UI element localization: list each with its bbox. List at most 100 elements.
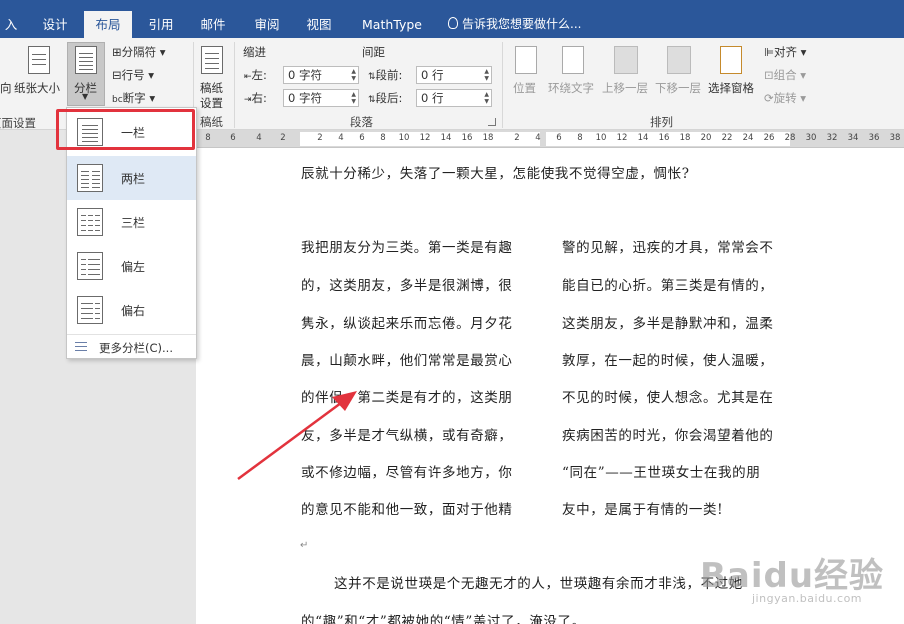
- ruler-tick: 16: [658, 133, 670, 143]
- ribbon-tab-bar: 入 设计 布局 引用 邮件 审阅 视图 MathType 告诉我您想要做什么..…: [0, 0, 904, 38]
- tab-insert[interactable]: 入: [0, 11, 22, 38]
- rotate-button[interactable]: ⟳旋转 ▾: [764, 90, 806, 106]
- col1-line: 的，这类朋友，多半是很渊博，很: [301, 278, 513, 294]
- hyphenation-icon: bc: [112, 95, 123, 105]
- hyphenation-button[interactable]: bc断字 ▾: [112, 90, 155, 106]
- more-columns-icon: [75, 342, 87, 351]
- line-numbers-button[interactable]: ⊟行号 ▾: [112, 67, 154, 83]
- ruler-tick: 16: [461, 133, 473, 143]
- columns-option-two[interactable]: 两栏: [67, 156, 196, 200]
- spacing-title: 间距: [362, 45, 385, 59]
- tab-layout[interactable]: 布局: [84, 11, 132, 38]
- ruler-tick: 10: [398, 133, 410, 143]
- tab-references[interactable]: 引用: [140, 11, 182, 38]
- paragraph-launcher-icon[interactable]: [488, 118, 496, 126]
- ruler-tick: 36: [868, 133, 880, 143]
- tab-view[interactable]: 视图: [298, 11, 340, 38]
- chevron-down-icon: ▼: [82, 92, 89, 101]
- group-button[interactable]: ⊡组合 ▾: [764, 67, 806, 83]
- ruler-tick: 4: [256, 133, 262, 143]
- more-columns-option[interactable]: 更多分栏(C)...: [67, 334, 196, 358]
- spacing-before-icon: ⇅: [368, 72, 376, 82]
- position-button[interactable]: 位置: [513, 80, 536, 96]
- col1-line: 的伴侣。第二类是有才的，这类朋: [301, 390, 513, 406]
- text-line: 的“趣”和“才”都被她的“情”盖过了，淹没了。: [301, 614, 586, 624]
- group-label-paragraph: 段落: [350, 115, 373, 129]
- indent-right-input[interactable]: 0 字符 ▲ ▼: [283, 89, 359, 107]
- columns-option-left[interactable]: 偏左: [67, 244, 196, 288]
- ruler-tick: 6: [230, 133, 236, 143]
- col1-line: 我把朋友分为三类。第一类是有趣: [301, 240, 513, 256]
- lightbulb-icon: [448, 17, 458, 29]
- selection-pane-button[interactable]: 选择窗格: [708, 80, 754, 96]
- horizontal-ruler[interactable]: 8 6 4 2 2 4 6 8 10 12 14 16 18 2 4 6 8 10 12 14 16 18 20 22 24 26…: [196, 130, 904, 148]
- line-numbers-icon: ⊟: [112, 68, 122, 82]
- group-label-manuscript: 稿纸: [200, 115, 223, 129]
- ruler-tick: 2: [280, 133, 286, 143]
- columns-option-label: 偏左: [121, 260, 146, 274]
- bring-forward-icon: [614, 46, 638, 74]
- wrap-text-button[interactable]: 环绕文字: [548, 80, 594, 96]
- align-icon: ⊫: [764, 45, 775, 59]
- col1-line: 友，多半是才气纵横，或有奇癖，: [301, 428, 513, 444]
- ruler-tick: 24: [742, 133, 754, 143]
- ruler-tick: 8: [205, 133, 211, 143]
- highlight-box: [56, 109, 195, 150]
- send-backward-button[interactable]: 下移一层: [655, 80, 701, 96]
- group-icon: ⊡: [764, 68, 774, 82]
- columns-icon: [75, 46, 97, 74]
- columns-option-right[interactable]: 偏右: [67, 288, 196, 332]
- breaks-button[interactable]: ⊞分隔符 ▾: [112, 44, 166, 60]
- columns-option-three[interactable]: 三栏: [67, 200, 196, 244]
- text-line: 辰就十分稀少，失落了一颗大星，怎能使我不觉得空虚，惆怅?: [301, 166, 690, 182]
- spacing-after-icon: ⇅: [368, 95, 376, 105]
- ruler-tick: 10: [595, 133, 607, 143]
- col2-line: “同在”——王世瑛女士在我的朋: [562, 465, 761, 481]
- spinner-icon[interactable]: ▲ ▼: [484, 91, 489, 105]
- col2-line: 能自已的心折。第三类是有情的，: [562, 278, 774, 294]
- manuscript-button-line2[interactable]: 设置: [200, 95, 223, 111]
- tab-mathtype[interactable]: MathType: [356, 11, 428, 38]
- more-columns-label: 更多分栏(C)...: [99, 341, 173, 355]
- columns-option-label: 两栏: [121, 172, 146, 186]
- watermark-logo: Baidu经验: [700, 556, 885, 596]
- tab-mailings[interactable]: 邮件: [192, 11, 234, 38]
- columns-option-label: 偏右: [121, 304, 146, 318]
- ruler-tick: 2: [514, 133, 520, 143]
- indent-left-input[interactable]: 0 字符 ▲ ▼: [283, 66, 359, 84]
- indent-left-icon: ⇤: [244, 72, 252, 82]
- rotate-icon: ⟳: [764, 91, 774, 105]
- spacing-after-input[interactable]: 0 行 ▲ ▼: [416, 89, 492, 107]
- paper-size-icon: [28, 46, 50, 74]
- spinner-icon[interactable]: ▲ ▼: [351, 68, 356, 82]
- col1-line: 隽永，纵谈起来乐而忘倦。月夕花: [301, 316, 513, 332]
- align-button[interactable]: ⊫对齐 ▾: [764, 44, 806, 60]
- ruler-tick: 8: [380, 133, 386, 143]
- spinner-icon[interactable]: ▲ ▼: [484, 68, 489, 82]
- paper-size-button[interactable]: 纸张大小: [14, 80, 60, 96]
- left-column-icon: [77, 252, 103, 280]
- right-column-icon: [77, 296, 103, 324]
- spacing-before-input[interactable]: 0 行 ▲ ▼: [416, 66, 492, 84]
- three-columns-icon: [77, 208, 103, 236]
- bring-forward-button[interactable]: 上移一层: [602, 80, 648, 96]
- send-backward-icon: [667, 46, 691, 74]
- tab-review[interactable]: 审阅: [246, 11, 288, 38]
- ruler-tick: 8: [577, 133, 583, 143]
- tab-design[interactable]: 设计: [34, 11, 76, 38]
- ruler-tick: 32: [826, 133, 838, 143]
- tell-me-text: 告诉我您想要做什么...: [462, 17, 582, 31]
- ruler-tick: 14: [440, 133, 452, 143]
- indent-right-icon: ⇥: [244, 95, 252, 105]
- ruler-tick: 2: [317, 133, 323, 143]
- ruler-tick: 6: [556, 133, 562, 143]
- tell-me-box[interactable]: 告诉我您想要做什么...: [448, 11, 581, 38]
- ruler-tick: 22: [721, 133, 733, 143]
- paragraph-mark: ↵: [300, 540, 309, 551]
- ruler-tick: 4: [535, 133, 541, 143]
- manuscript-button[interactable]: 稿纸: [200, 80, 223, 96]
- col1-line: 或不修边幅，尽管有许多地方，你: [301, 465, 513, 481]
- orientation-button[interactable]: 向: [0, 80, 12, 96]
- position-icon: [515, 46, 537, 74]
- spinner-icon[interactable]: ▲ ▼: [351, 91, 356, 105]
